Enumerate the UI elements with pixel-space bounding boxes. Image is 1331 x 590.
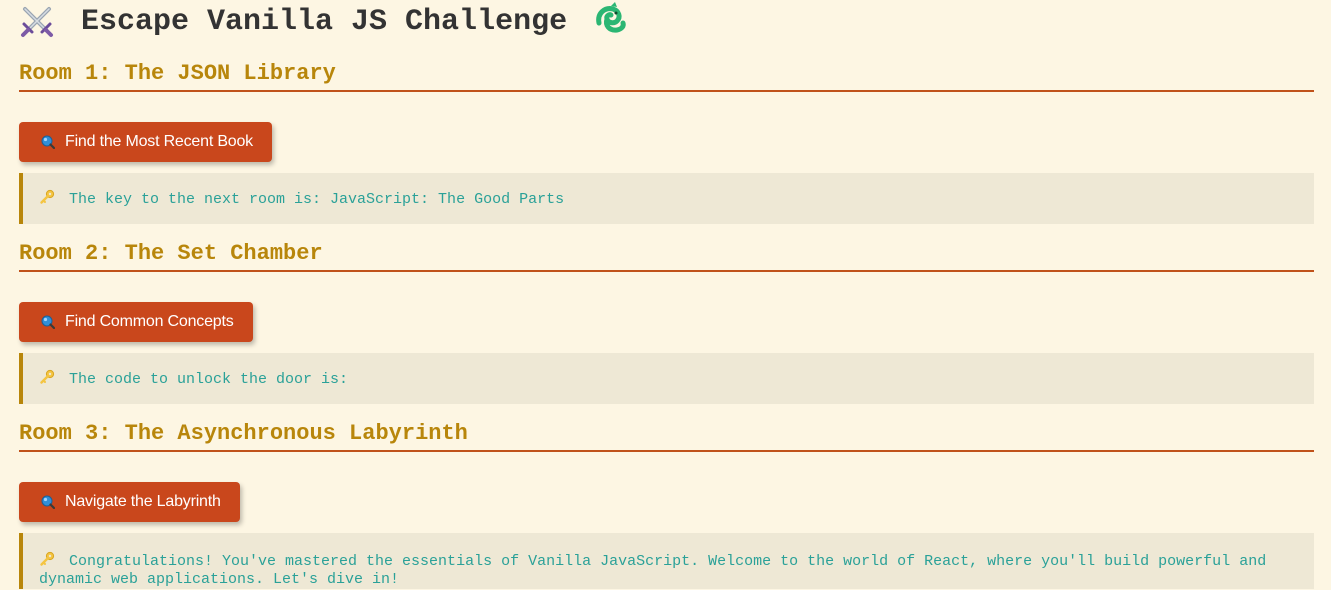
find-common-concepts-button[interactable]: Find Common Concepts xyxy=(19,302,253,342)
key-icon xyxy=(39,189,55,205)
page: Escape Vanilla JS Challenge Room 1: The … xyxy=(19,0,1314,589)
result-text: The code to unlock the door is: xyxy=(69,370,349,388)
button-label: Find the Most Recent Book xyxy=(65,133,253,150)
button-label: Find Common Concepts xyxy=(65,313,234,330)
room-heading: Room 1: The JSON Library xyxy=(19,44,1314,92)
room-3-section: Room 3: The Asynchronous Labyrinth Navig… xyxy=(19,404,1314,589)
page-title: Escape Vanilla JS Challenge xyxy=(19,0,1314,44)
key-icon xyxy=(39,369,55,385)
button-label: Navigate the Labyrinth xyxy=(65,493,221,510)
dragon-icon xyxy=(593,1,627,35)
room-heading: Room 2: The Set Chamber xyxy=(19,224,1314,272)
page-title-text: Escape Vanilla JS Challenge xyxy=(81,5,568,39)
room-heading: Room 3: The Asynchronous Labyrinth xyxy=(19,404,1314,452)
magnifying-glass-icon xyxy=(41,315,56,330)
result-text: Congratulations! You've mastered the ess… xyxy=(39,553,1267,588)
magnifying-glass-icon xyxy=(41,135,56,150)
navigate-labyrinth-button[interactable]: Navigate the Labyrinth xyxy=(19,482,240,522)
result-panel: The code to unlock the door is: xyxy=(19,353,1314,404)
crossed-swords-icon xyxy=(19,3,55,39)
room-1-section: Room 1: The JSON Library Find the Most R… xyxy=(19,44,1314,224)
result-text: The key to the next room is: JavaScript:… xyxy=(69,190,565,208)
find-most-recent-book-button[interactable]: Find the Most Recent Book xyxy=(19,122,272,162)
key-icon xyxy=(39,551,55,567)
magnifying-glass-icon xyxy=(41,495,56,510)
result-panel: Congratulations! You've mastered the ess… xyxy=(19,533,1314,589)
room-2-section: Room 2: The Set Chamber Find Common Conc… xyxy=(19,224,1314,404)
result-panel: The key to the next room is: JavaScript:… xyxy=(19,173,1314,224)
